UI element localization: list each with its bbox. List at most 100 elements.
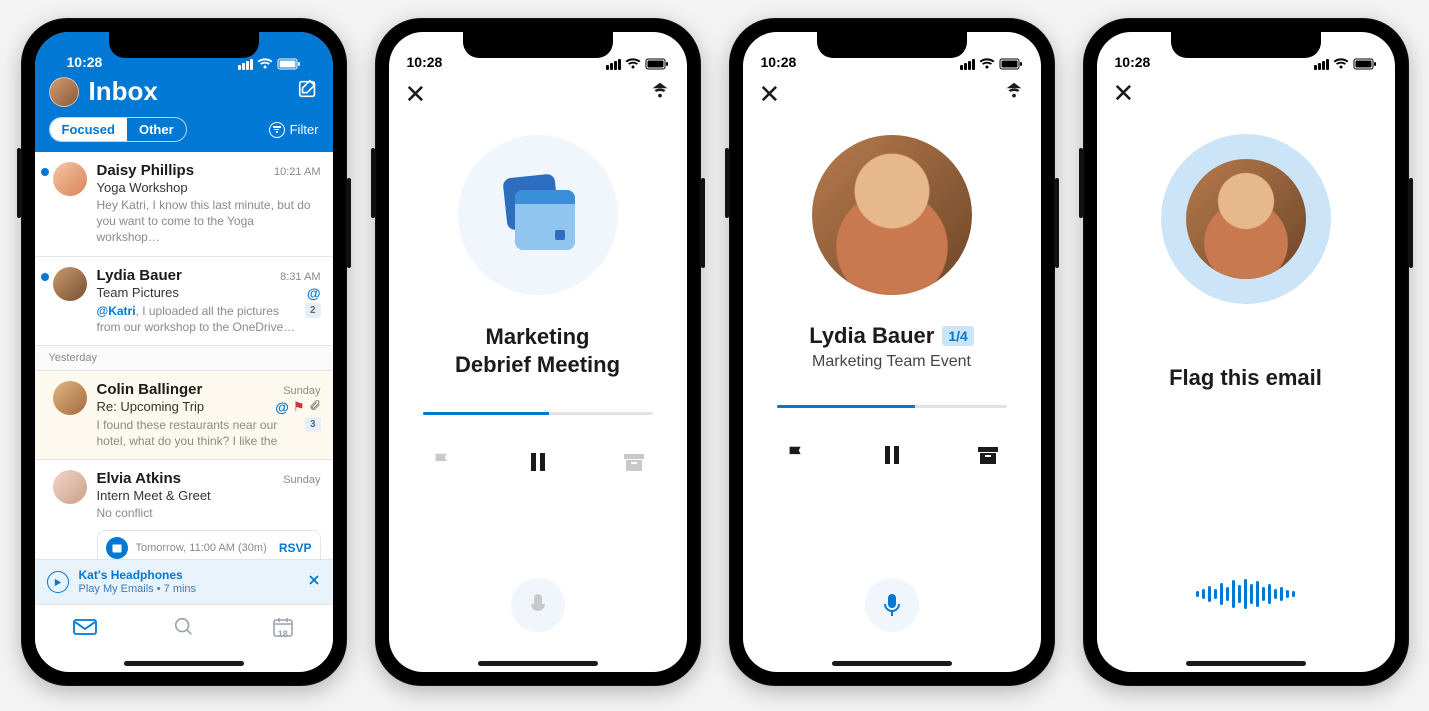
home-indicator[interactable] [35,654,333,672]
page-title: Inbox [89,76,287,107]
thread-count-badge: 2 [305,303,321,319]
tab-calendar[interactable]: 18 [271,615,295,644]
mention-icon: @ [275,399,289,415]
filter-button[interactable]: Filter [269,122,319,138]
compose-button[interactable] [297,78,319,105]
sender-photo-ring [1161,134,1331,304]
cellular-icon [960,59,975,70]
playback-progress[interactable] [777,405,1007,408]
notch [817,32,967,58]
mic-button[interactable] [511,578,565,632]
calendar-day: 18 [278,629,288,639]
close-button[interactable]: ✕ [1113,80,1135,106]
sender-name: Lydia Bauer [809,323,934,349]
wifi-icon [1333,58,1349,70]
status-indicators [1314,58,1377,70]
cast-icon[interactable] [649,80,671,107]
notch [1171,32,1321,58]
message-list[interactable]: Daisy Phillips 10:21 AM Yoga Workshop He… [35,152,333,559]
sender-avatar [53,267,87,301]
message-item[interactable]: Elvia Atkins Sunday Intern Meet & Greet … [35,460,333,559]
inbox-segmented-control: Focused Other [49,117,187,142]
battery-icon [1353,58,1377,70]
status-time: 10:28 [761,54,797,70]
rsvp-when: Tomorrow, 11:00 AM (30m) [136,542,271,554]
pause-button[interactable] [519,443,557,481]
tab-mail[interactable] [72,617,98,642]
profile-avatar[interactable] [49,77,79,107]
cast-icon[interactable] [1003,80,1025,107]
message-preview: No conflict [97,505,321,521]
filter-icon [269,122,285,138]
battery-icon [999,58,1023,70]
cellular-icon [1314,59,1329,70]
progress-fill [423,412,550,415]
tab-focused[interactable]: Focused [50,118,127,141]
message-time: 8:31 AM [280,271,320,283]
status-time: 10:28 [67,54,103,70]
attachment-icon [309,399,321,414]
email-subject: Marketing Team Event [812,353,971,371]
email-counter: 1/4 [942,326,973,346]
sender-avatar [53,162,87,196]
archive-button[interactable] [969,436,1007,474]
sender-name: Daisy Phillips [97,162,275,179]
status-time: 10:28 [1115,54,1151,70]
thread-count-badge: 3 [305,417,321,433]
status-indicators [606,58,669,70]
sender-name: Elvia Atkins [97,470,284,487]
status-indicators [960,58,1023,70]
dismiss-banner-button[interactable] [307,573,321,592]
wifi-icon [625,58,641,70]
notch [463,32,613,58]
archive-button[interactable] [615,443,653,481]
unread-dot [41,168,49,176]
home-indicator[interactable] [1097,654,1395,672]
message-time: 10:21 AM [274,166,320,178]
cellular-icon [238,59,253,70]
calendar-icon [106,537,128,559]
home-indicator[interactable] [743,654,1041,672]
cellular-icon [606,59,621,70]
message-item[interactable]: Lydia Bauer 8:31 AM Team Pictures @ @Kat… [35,257,333,346]
pause-button[interactable] [873,436,911,474]
phone-email-playback: 10:28 ✕ Lydia Bauer 1/4 Marketing Team E… [729,18,1055,686]
mic-button[interactable] [865,578,919,632]
tab-other[interactable]: Other [127,118,186,141]
status-time: 10:28 [407,54,443,70]
voice-waveform [1196,574,1295,614]
playback-controls [777,436,1007,474]
play-icon [47,571,69,593]
battery-icon [277,58,301,70]
meeting-illustration [458,135,618,295]
flag-button[interactable] [423,443,461,481]
filter-label: Filter [290,122,319,137]
tab-search[interactable] [173,616,195,643]
message-time: Sunday [283,474,320,486]
playback-progress[interactable] [423,412,653,415]
flag-button[interactable] [777,436,815,474]
rsvp-button[interactable]: RSVP [279,541,312,555]
message-subject: Intern Meet & Greet [97,488,321,503]
message-item[interactable]: Daisy Phillips 10:21 AM Yoga Workshop He… [35,152,333,257]
close-button[interactable]: ✕ [405,81,427,107]
message-subject: Team Pictures [97,285,303,300]
message-item[interactable]: Colin Ballinger Sunday Re: Upcoming Trip… [35,371,333,460]
phone-voice-command: 10:28 ✕ Flag this email [1083,18,1409,686]
close-button[interactable]: ✕ [759,81,781,107]
wifi-icon [979,58,995,70]
home-indicator[interactable] [389,654,687,672]
message-subject: Yoga Workshop [97,180,321,195]
flag-icon: ⚑ [293,399,305,415]
message-preview: Hey Katri, I know this last minute, but … [97,197,321,246]
calendar-icon [499,176,577,254]
play-banner-sub: Play My Emails • 7 mins [79,583,297,596]
sender-photo [812,135,972,295]
play-emails-banner[interactable]: Kat's Headphones Play My Emails • 7 mins [35,559,333,604]
bottom-tab-bar: 18 [35,604,333,654]
section-header-yesterday: Yesterday [35,346,333,371]
sender-name: Colin Ballinger [97,381,284,398]
sender-photo [1186,159,1306,279]
sender-avatar [53,470,87,504]
progress-fill [777,405,915,408]
